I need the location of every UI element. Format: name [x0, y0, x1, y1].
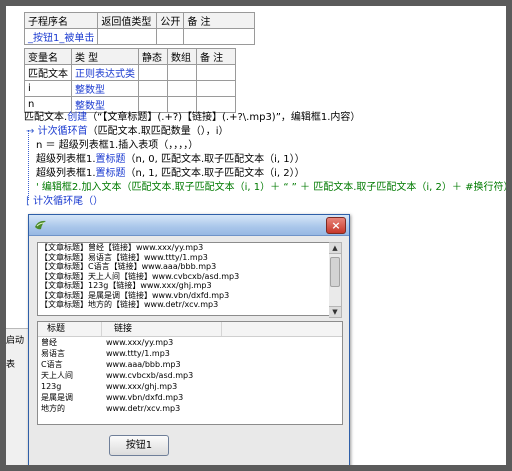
sub-header-public: 公开 — [156, 12, 185, 29]
loop-arrow-icon: → — [26, 126, 35, 137]
column-header-link[interactable]: 链接 — [102, 322, 222, 336]
background-label-2: 表 — [6, 360, 16, 370]
scroll-down-icon[interactable]: ▼ — [329, 306, 341, 317]
text-line: 【文章标题】曾经【链接】www.xxx/yy.mp3 — [40, 243, 204, 252]
sub-return-cell[interactable] — [97, 28, 158, 45]
code-line-set-title-2[interactable]: 超级列表框1.置标题（n, 1, 匹配文本.取子匹配文本（i, 2）） — [36, 167, 305, 181]
var-header-name: 变量名 — [24, 48, 72, 65]
sub-name-cell[interactable]: _按钮1_被单击 — [23, 28, 99, 45]
list-item[interactable]: 曾经 www.xxx/yy.mp3 — [38, 337, 342, 348]
var-header-type: 类 型 — [71, 48, 139, 65]
app-icon — [35, 220, 46, 230]
list-item[interactable]: 是属是调 www.vbn/dxfd.mp3 — [38, 392, 342, 403]
text-line: 【文章标题】天上人间【链接】www.cvbcxb/asd.mp3 — [40, 271, 240, 281]
code-line-loop-start[interactable]: → 计次循环首（匹配文本.取匹配数量（），i） — [26, 125, 229, 139]
text-line: 【文章标题】地方的【链接】www.detr/xcv.mp3 — [40, 300, 219, 309]
list-item[interactable]: 地方的 www.detr/xcv.mp3 — [38, 403, 342, 414]
list-item[interactable]: 123g www.xxx/ghj.mp3 — [38, 381, 342, 392]
sub-header-name: 子程序名 — [23, 12, 99, 29]
output-textbox[interactable]: 【文章标题】曾经【链接】www.xxx/yy.mp3 【文章标题】易语言【链接】… — [37, 242, 331, 316]
table-row[interactable]: 匹配文本 正则表达式类 — [24, 64, 236, 81]
loop-guide-line — [28, 130, 29, 200]
scroll-thumb[interactable] — [330, 257, 340, 287]
list-item[interactable]: C语言 www.aaa/bbb.mp3 — [38, 359, 342, 370]
column-header-title[interactable]: 标题 — [38, 322, 102, 336]
sub-header-note: 备 注 — [183, 12, 256, 29]
subroutine-table: 子程序名 返回值类型 公开 备 注 _按钮1_被单击 — [23, 12, 256, 45]
list-item[interactable]: 易语言 www.ttty/1.mp3 — [38, 348, 342, 359]
var-header-static: 静态 — [138, 48, 168, 65]
listview-header: 标题 链接 — [38, 322, 342, 337]
sub-header-return: 返回值类型 — [97, 12, 158, 29]
code-line-loop-end[interactable]: ⌊ 计次循环尾（） — [26, 195, 103, 209]
var-header-note: 备 注 — [196, 48, 236, 65]
text-line: 【文章标题】易语言【链接】www.ttty/1.mp3 — [40, 252, 208, 262]
dialog-titlebar[interactable]: × — [29, 215, 349, 236]
list-item[interactable]: 天上人间 www.cvbcxb/asd.mp3 — [38, 370, 342, 381]
button-1[interactable]: 按钮1 — [109, 435, 169, 456]
code-line-create[interactable]: 匹配文本.创建（“【文章标题】(.+?)【链接】(.+?\.mp3)”，编辑框1… — [24, 111, 360, 125]
code-line-set-title-1[interactable]: 超级列表框1.置标题（n, 0, 匹配文本.取子匹配文本（i, 1）） — [36, 153, 305, 167]
loop-end-arrow-icon: ⌊ — [26, 196, 30, 207]
result-dialog: × 【文章标题】曾经【链接】www.xxx/yy.mp3 【文章标题】易语言【链… — [28, 214, 350, 465]
var-header-array: 数组 — [167, 48, 197, 65]
code-editor: 子程序名 返回值类型 公开 备 注 _按钮1_被单击 变量名 类 型 静态 数组… — [6, 6, 506, 465]
sub-note-cell[interactable] — [183, 28, 256, 45]
sub-public-cell[interactable] — [156, 28, 185, 45]
result-listview[interactable]: 标题 链接 曾经 www.xxx/yy.mp3 易语言 www.ttty/1.mp3… — [37, 321, 343, 425]
close-button[interactable]: × — [326, 217, 346, 234]
background-label-1: 启动 — [6, 336, 25, 346]
code-line-comment[interactable]: ' 编辑框2.加入文本（匹配文本.取子匹配文本（i, 1）＋ “ ” ＋ 匹配文… — [36, 181, 506, 195]
text-line: 【文章标题】C语言【链接】www.aaa/bbb.mp3 — [40, 262, 217, 271]
text-line: 【文章标题】是属是调【链接】www.vbn/dxfd.mp3 — [40, 290, 230, 300]
table-row[interactable]: i 整数型 — [24, 80, 236, 97]
textbox-scrollbar[interactable]: ▲ ▼ — [329, 242, 342, 318]
scroll-up-icon[interactable]: ▲ — [329, 243, 341, 254]
variable-table: 变量名 类 型 静态 数组 备 注 匹配文本 正则表达式类 i 整数型 n 整数… — [24, 48, 236, 113]
code-line-insert[interactable]: n ＝ 超级列表框1.插入表项（，，，，） — [36, 139, 198, 153]
text-line: 【文章标题】123g【链接】www.xxx/ghj.mp3 — [40, 281, 212, 290]
